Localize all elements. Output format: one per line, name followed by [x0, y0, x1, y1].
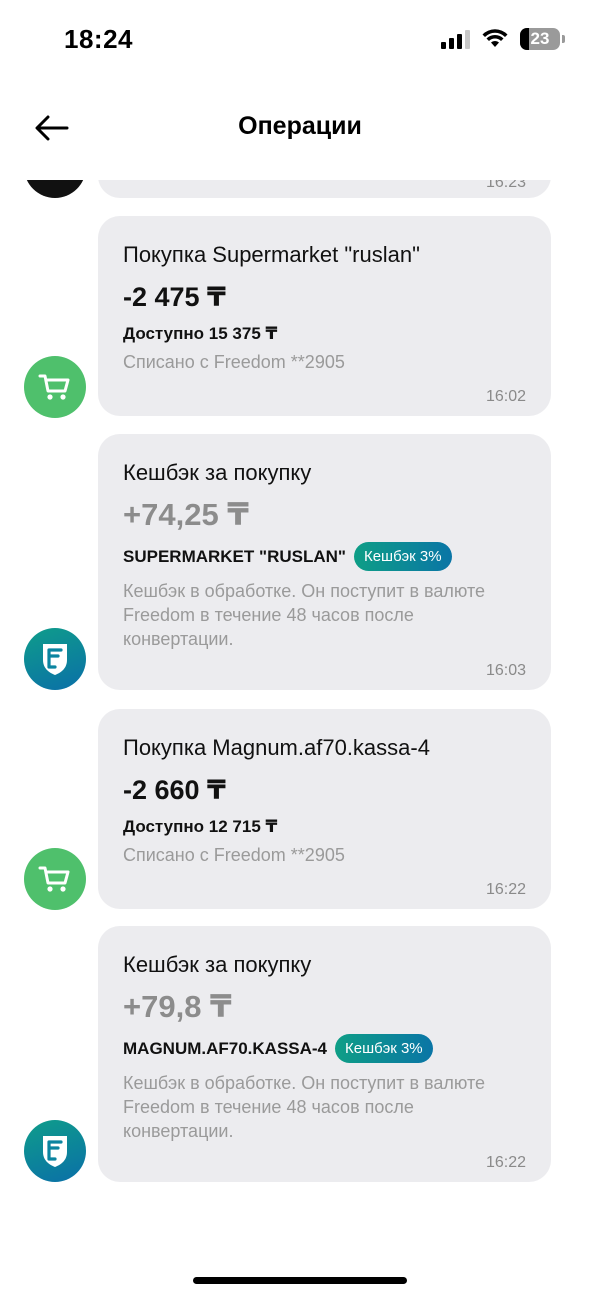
freedom-logo-icon	[24, 628, 86, 690]
operation-time: 16:23	[485, 180, 526, 191]
operation-title: Кешбэк за покупку	[123, 460, 312, 485]
battery-percent: 23	[530, 29, 550, 48]
cashback-badge: Кешбэк 3%	[353, 542, 452, 571]
operation-time: 16:02	[485, 388, 526, 405]
operation-bubble[interactable]: Покупка Magnum.af70.kassa-4 -2 660 ₸ Дос…	[98, 709, 551, 909]
operation-amount: -2 660 ₸	[123, 775, 226, 805]
available-balance: Доступно 15 375 ₸	[123, 324, 278, 343]
operation-bubble[interactable]: Кешбэк за покупку +79,8 ₸ MAGNUM.AF70.KA…	[98, 926, 551, 1182]
debit-source: Списано с Freedom **2905	[123, 845, 345, 865]
page-title: Операции	[238, 112, 362, 140]
cellular-signal-icon	[441, 29, 470, 49]
debit-source: Списано с Freedom **2905	[123, 352, 345, 372]
cart-icon	[24, 848, 86, 910]
operation-time: 16:22	[485, 1154, 526, 1171]
status-bar: 18:24 23	[0, 0, 600, 80]
cart-icon	[24, 356, 86, 418]
status-time: 18:24	[64, 24, 133, 54]
cashback-note: Кешбэк в обработке. Он поступит в валюте…	[123, 581, 486, 649]
operation-title: Покупка Magnum.af70.kassa-4	[123, 735, 430, 760]
merchant-name: MAGNUM.AF70.KASSA-4	[123, 1038, 328, 1058]
operation-title: Кешбэк за покупку	[123, 952, 312, 977]
avatar	[24, 180, 86, 198]
operation-amount: -2 475 ₸	[123, 282, 226, 312]
merchant-name: SUPERMARKET "RUSLAN"	[123, 546, 346, 566]
operation-time: 16:22	[485, 881, 526, 898]
status-icons: 23	[441, 28, 565, 50]
wifi-icon	[482, 29, 508, 47]
available-balance: Доступно 12 715 ₸	[123, 817, 278, 836]
merchant-row: SUPERMARKET "RUSLAN" Кешбэк 3%	[123, 542, 527, 571]
freedom-logo-icon	[24, 1120, 86, 1182]
operation-time: 16:03	[485, 662, 526, 679]
operation-bubble[interactable]: 16:23	[98, 180, 551, 198]
operations-feed[interactable]: 16:23 Покупка Supermarket "ruslan" -2 47…	[0, 180, 600, 1260]
cashback-amount: +79,8 ₸	[123, 989, 232, 1024]
operation-bubble[interactable]: Кешбэк за покупку +74,25 ₸ SUPERMARKET "…	[98, 434, 551, 690]
header: Операции	[0, 98, 600, 158]
merchant-row: MAGNUM.AF70.KASSA-4 Кешбэк 3%	[123, 1034, 527, 1063]
operation-bubble[interactable]: Покупка Supermarket "ruslan" -2 475 ₸ До…	[98, 216, 551, 416]
operation-title: Покупка Supermarket "ruslan"	[123, 242, 420, 267]
home-indicator[interactable]	[193, 1277, 407, 1284]
cashback-badge: Кешбэк 3%	[335, 1034, 433, 1063]
cashback-amount: +74,25 ₸	[123, 497, 249, 532]
cashback-note: Кешбэк в обработке. Он поступит в валюте…	[123, 1073, 486, 1141]
battery-icon: 23	[520, 28, 565, 50]
